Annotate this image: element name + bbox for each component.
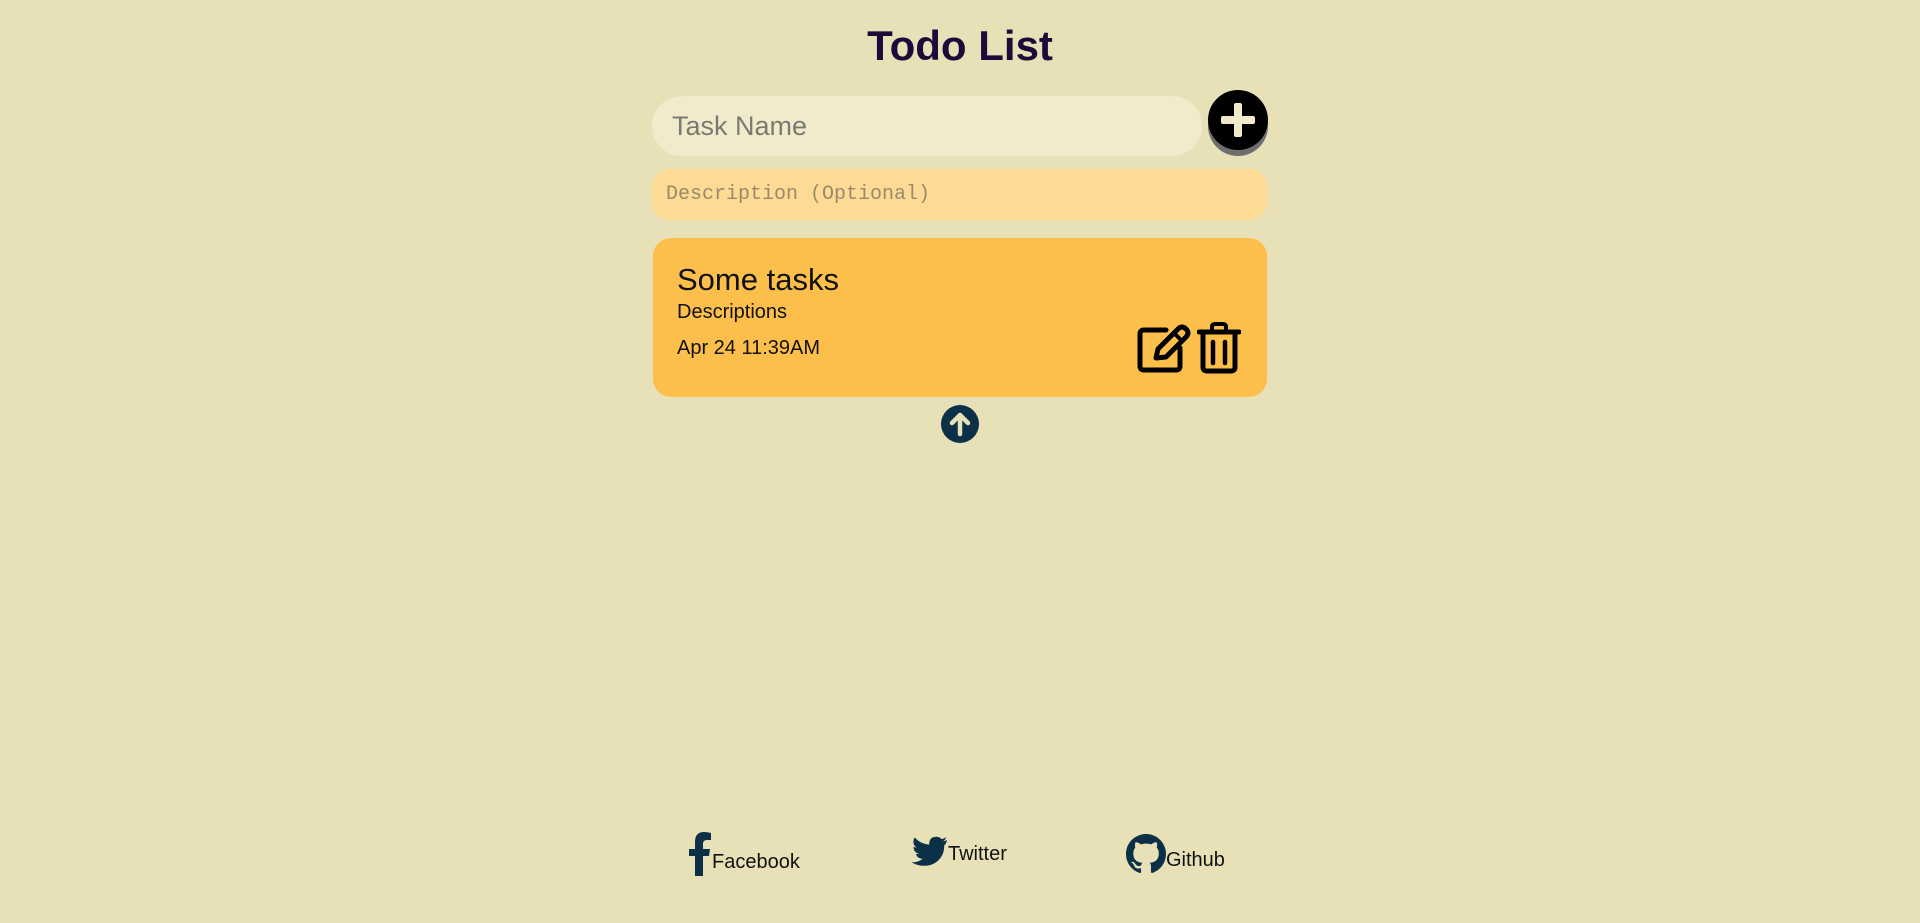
task-card: Some tasks Descriptions Apr 24 11:39AM — [653, 238, 1267, 397]
facebook-label: Facebook — [712, 851, 800, 873]
facebook-icon — [689, 832, 711, 876]
scroll-up-button[interactable] — [941, 405, 979, 443]
add-task-button[interactable] — [1208, 90, 1268, 150]
edit-task-button[interactable] — [1136, 322, 1192, 374]
description-input[interactable] — [652, 169, 1267, 220]
twitter-icon — [912, 836, 947, 866]
facebook-link[interactable]: Facebook — [688, 832, 800, 876]
github-icon — [1126, 834, 1166, 874]
arrow-up-circle-icon — [941, 405, 979, 443]
task-name-input[interactable] — [652, 96, 1202, 156]
trash-icon — [1196, 322, 1242, 374]
twitter-label: Twitter — [948, 843, 1007, 865]
github-link[interactable]: Github — [1126, 834, 1225, 874]
task-title: Some tasks — [677, 262, 839, 297]
page-title: Todo List — [867, 22, 1053, 69]
github-label: Github — [1166, 849, 1225, 871]
delete-task-button[interactable] — [1196, 322, 1242, 374]
task-date: Apr 24 11:39AM — [677, 337, 821, 359]
edit-icon — [1137, 324, 1191, 373]
twitter-link[interactable]: Twitter — [912, 836, 1007, 868]
footer: Facebook Twitter Github — [0, 828, 1920, 878]
plus-icon — [1221, 103, 1255, 137]
task-description: Descriptions — [677, 301, 788, 323]
todo-app: Todo List Some tasks Descriptions Apr 24… — [0, 0, 1920, 923]
